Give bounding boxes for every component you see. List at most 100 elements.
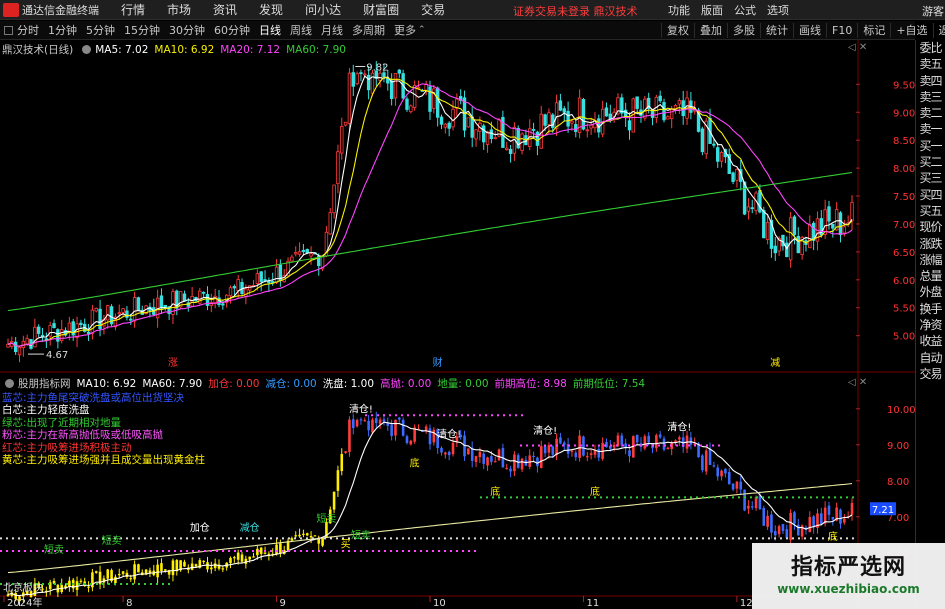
candle-body	[117, 312, 121, 315]
legend-settings-icon[interactable]	[82, 45, 92, 54]
site-watermark: 指标严选网 www.xuezhibiao.com	[752, 543, 945, 609]
ind-candle-body	[467, 448, 470, 455]
current-price-label: 7.21	[872, 505, 894, 516]
ind-candle-body	[405, 436, 409, 443]
side-sell3[interactable]: 卖三	[916, 89, 945, 105]
stats-button[interactable]: 统计	[760, 23, 793, 38]
menu-trade[interactable]: 交易	[421, 1, 445, 18]
ind-legend-add: 加仓: 0.00	[208, 378, 260, 390]
ind-legend-ma60: MA60: 7.90	[142, 377, 203, 390]
ind-candle-body	[401, 419, 405, 436]
candle-body	[6, 343, 10, 348]
side-buy1[interactable]: 买一	[916, 138, 945, 154]
stock-label[interactable]: 鼎汉技术(日线)	[2, 42, 73, 57]
ind-candle-body	[831, 516, 835, 520]
side-volume[interactable]: 总量	[916, 268, 945, 284]
menu-layout[interactable]: 版面	[701, 2, 723, 18]
indicator-window-icons[interactable]: ◁ ✕	[848, 377, 867, 388]
side-buy5[interactable]: 买五	[916, 203, 945, 219]
ind-candle-body	[206, 562, 209, 570]
side-change-pct[interactable]: 涨幅	[916, 252, 945, 268]
menu-options[interactable]: 选项	[767, 2, 789, 18]
side-outer[interactable]: 外盘	[916, 284, 945, 300]
ind-legend-low-volume: 地量: 0.00	[437, 378, 489, 390]
toolbar-square-icon[interactable]	[4, 25, 13, 35]
candle-body	[33, 326, 37, 348]
f10-button[interactable]: F10	[826, 23, 857, 38]
side-buy3[interactable]: 买三	[916, 170, 945, 186]
ind-candle-body	[390, 424, 393, 436]
xtick-label: 2024年	[7, 596, 42, 609]
ind-candle-body	[708, 448, 712, 465]
candle-body	[765, 222, 770, 240]
period-more[interactable]: 更多	[394, 22, 416, 38]
adjust-button[interactable]: 复权	[661, 23, 694, 38]
indicator-name[interactable]: 股朋指标网	[18, 376, 71, 391]
menu-quotes[interactable]: 行情	[121, 1, 145, 18]
indicator-settings-icon[interactable]	[5, 379, 14, 388]
period-60min[interactable]: 60分钟	[214, 22, 250, 38]
kline-chart[interactable]: 9.50 9.00 8.50 8.00 7.50 7.00 6.50 6.00 5.50 5.00…	[0, 40, 915, 609]
period-weekly[interactable]: 周线	[290, 22, 312, 38]
period-15min[interactable]: 15分钟	[124, 22, 160, 38]
candle-body	[838, 212, 843, 236]
menu-formula[interactable]: 公式	[734, 2, 756, 18]
period-multi[interactable]: 多周期	[352, 22, 385, 38]
multi-stock-button[interactable]: 多股	[727, 23, 760, 38]
signal-add: 加仓	[190, 521, 210, 534]
menu-discover[interactable]: 发现	[259, 1, 283, 18]
side-price[interactable]: 现价	[916, 219, 945, 235]
main-ytick-label: 5.50	[893, 304, 915, 315]
ind-candle-body	[647, 435, 650, 443]
side-auto[interactable]: 自动	[916, 350, 945, 366]
side-trade[interactable]: 交易	[916, 366, 945, 382]
menu-market[interactable]: 市场	[167, 1, 191, 18]
login-status[interactable]: 证券交易未登录 鼎汉技术	[513, 3, 638, 19]
ind-candle-body	[482, 453, 486, 464]
side-turnover[interactable]: 换手	[916, 301, 945, 317]
mark-button[interactable]: 标记	[857, 23, 890, 38]
ind-candle-body	[559, 437, 562, 444]
guest-account[interactable]: 游客	[922, 3, 944, 19]
side-net-asset[interactable]: 净资	[916, 317, 945, 333]
side-sell2[interactable]: 卖二	[916, 105, 945, 121]
menu-news[interactable]: 资讯	[213, 1, 237, 18]
side-earnings[interactable]: 收益	[916, 333, 945, 349]
chart-tools: 复权 叠加 多股 统计 画线 F10 标记 +自选 返回	[661, 21, 945, 40]
signal-clear: 清仓!	[349, 402, 373, 415]
candle-body	[562, 108, 566, 113]
side-sell1[interactable]: 卖一	[916, 121, 945, 137]
candle-body	[750, 207, 754, 210]
period-5min[interactable]: 5分钟	[86, 22, 115, 38]
period-1min[interactable]: 1分钟	[48, 22, 77, 38]
period-monthly[interactable]: 月线	[321, 22, 343, 38]
side-sell4[interactable]: 卖四	[916, 73, 945, 89]
period-30min[interactable]: 30分钟	[169, 22, 205, 38]
more-arrow-icon[interactable]: ⌃	[418, 25, 426, 35]
period-intraday[interactable]: 分时	[17, 22, 39, 38]
overlay-button[interactable]: 叠加	[694, 23, 727, 38]
note-blue: 蓝芯:主力鱼尾突破洗盘或高位出货坚决	[2, 392, 185, 404]
side-change[interactable]: 涨跌	[916, 236, 945, 252]
side-weibi[interactable]: 委比	[916, 40, 945, 56]
add-watchlist-button[interactable]: +自选	[890, 23, 932, 38]
note-pink: 粉芯:主力在新高抛低吸或低吸高抛	[2, 429, 164, 442]
back-button[interactable]: 返回	[932, 23, 945, 38]
menu-wealth[interactable]: 财富圈	[363, 1, 399, 18]
side-buy2[interactable]: 买二	[916, 154, 945, 170]
ind-legend-prev-high: 前期高位: 8.98	[494, 378, 567, 390]
candle-body	[842, 226, 847, 234]
candle-body	[163, 304, 167, 308]
draw-line-button[interactable]: 画线	[793, 23, 826, 38]
panel-window-icons[interactable]: ◁ ✕	[848, 42, 867, 53]
menu-function[interactable]: 功能	[668, 2, 690, 18]
candle-body	[635, 96, 639, 109]
candle-body	[359, 72, 363, 75]
menu-ask[interactable]: 问小达	[305, 1, 341, 18]
candle-body	[90, 309, 95, 334]
period-daily[interactable]: 日线	[259, 22, 281, 38]
side-sell5[interactable]: 卖五	[916, 56, 945, 72]
ind-candle-body	[520, 458, 524, 470]
side-buy4[interactable]: 买四	[916, 187, 945, 203]
ind-candle-body	[148, 570, 152, 573]
